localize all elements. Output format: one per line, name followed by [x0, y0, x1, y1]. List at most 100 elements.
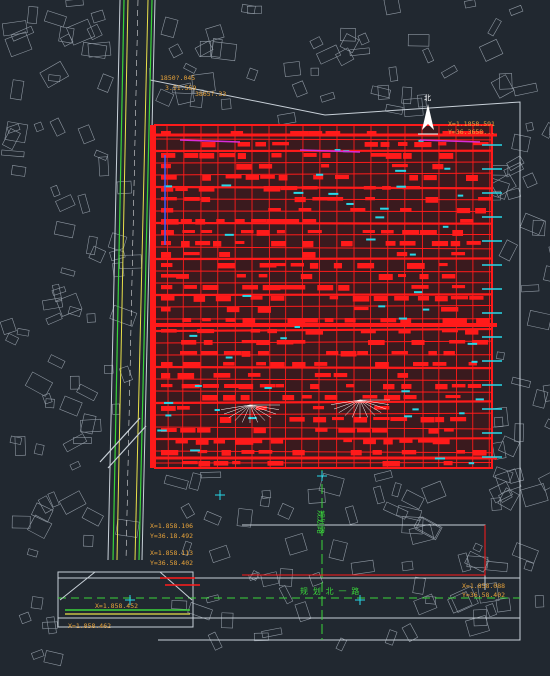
elevation-tag: [317, 285, 333, 290]
cyan-marker: [469, 462, 474, 464]
elevation-tag: [398, 142, 407, 146]
elevation-tag: [341, 351, 357, 357]
elevation-tag: [238, 153, 246, 159]
cyan-marker: [423, 309, 429, 311]
elevation-tag: [259, 450, 273, 454]
elevation-tag: [258, 307, 271, 313]
elevation-tag: [219, 153, 235, 157]
elevation-tag: [270, 362, 284, 367]
elevation-tag: [468, 384, 481, 388]
elevation-tag: [439, 153, 453, 159]
elevation-tag: [371, 153, 386, 157]
elevation-tag: [315, 373, 331, 377]
elevation-tag: [420, 230, 437, 235]
elevation-tag: [450, 417, 466, 421]
cyan-marker: [280, 337, 286, 339]
cyan-marker: [195, 385, 202, 387]
elevation-tag: [161, 285, 172, 289]
north-label: 北: [424, 94, 431, 102]
elevation-tag: [260, 384, 275, 387]
elevation-tag: [321, 164, 329, 167]
elevation-tag: [241, 395, 250, 400]
elevation-tag: [194, 296, 206, 302]
elevation-tag: [398, 274, 406, 277]
elevation-tag: [184, 197, 200, 201]
elevation-tag: [259, 164, 272, 169]
elevation-tag: [184, 285, 197, 289]
cyan-marker: [328, 193, 338, 195]
elevation-tag: [161, 384, 172, 387]
elevation-tag: [435, 417, 444, 422]
elevation-tag: [202, 175, 211, 181]
elevation-tag: [315, 428, 327, 432]
elevation-tag: [383, 461, 400, 467]
elevation-tag: [272, 142, 289, 145]
elevation-tag: [403, 153, 412, 159]
elevation-tag: [203, 285, 219, 290]
cyan-marker: [459, 412, 464, 414]
cyan-marker: [157, 430, 167, 432]
elevation-tag: [466, 175, 478, 181]
elevation-tag: [271, 296, 285, 301]
elevation-tag: [424, 175, 437, 180]
cyan-marker: [412, 408, 418, 410]
elevation-tag: [258, 351, 269, 356]
coord-top-left-2: 3.51.559: [165, 84, 196, 92]
coord-top-left-1: 1850?.045: [160, 74, 195, 82]
elevation-tag: [445, 395, 460, 398]
elevation-tag: [226, 175, 242, 178]
elevation-tag: [214, 461, 229, 466]
elevation-tag: [390, 417, 407, 421]
elevation-tag: [472, 450, 486, 456]
elevation-tag: [452, 230, 463, 236]
cyan-marker: [414, 291, 422, 293]
elevation-tag: [392, 351, 408, 354]
elevation-tag: [232, 461, 240, 464]
elevation-tag: [177, 406, 190, 410]
elevation-tag: [217, 263, 235, 268]
elevation-tag: [402, 230, 419, 234]
elevation-tag: [357, 351, 368, 354]
elevation-tag: [397, 373, 408, 378]
elevation-tag: [271, 153, 281, 157]
road-label-bottom: 规 划 北 一 路: [300, 586, 359, 596]
elevation-tag: [478, 197, 493, 201]
elevation-tag: [401, 384, 411, 389]
elevation-tag: [202, 318, 211, 321]
elevation-tag: [372, 428, 387, 433]
elevation-tag: [260, 263, 277, 268]
elevation-tag: [457, 208, 470, 213]
elevation-tag: [202, 395, 218, 401]
elevation-tag: [326, 351, 338, 354]
elevation-tag: [432, 241, 448, 246]
elevation-tag: [271, 241, 286, 247]
coord-top-left-3: 3865?.33: [195, 90, 226, 98]
elevation-tag: [421, 417, 435, 422]
elevation-tag: [335, 175, 349, 179]
elevation-tag: [180, 351, 197, 354]
cad-viewport[interactable]: 北 1850?.045 3.51.559 3865?.33 X=1.1858.5…: [0, 0, 550, 672]
elevation-tag: [199, 153, 214, 159]
elevation-tag: [293, 340, 305, 344]
elevation-tag: [239, 384, 254, 389]
elevation-tag: [182, 230, 195, 233]
elevation-tag: [361, 329, 376, 333]
cyan-marker: [380, 208, 389, 210]
elevation-tag: [435, 296, 448, 301]
elevation-tag: [264, 186, 281, 192]
elevation-tag: [176, 274, 189, 279]
elevation-tag: [161, 307, 171, 311]
elevation-tag: [253, 428, 265, 433]
elevation-tag: [195, 241, 210, 245]
elevation-tag: [465, 329, 478, 335]
elevation-tag: [292, 362, 305, 367]
elevation-tag: [460, 219, 473, 222]
elevation-tag: [161, 197, 177, 200]
grid-hline: [155, 211, 492, 212]
elevation-tag: [365, 142, 378, 147]
elevation-tag: [257, 230, 270, 236]
elevation-tag: [203, 384, 219, 388]
elevation-tag: [379, 274, 393, 280]
cyan-marker: [225, 234, 234, 236]
elevation-tag: [161, 274, 177, 278]
